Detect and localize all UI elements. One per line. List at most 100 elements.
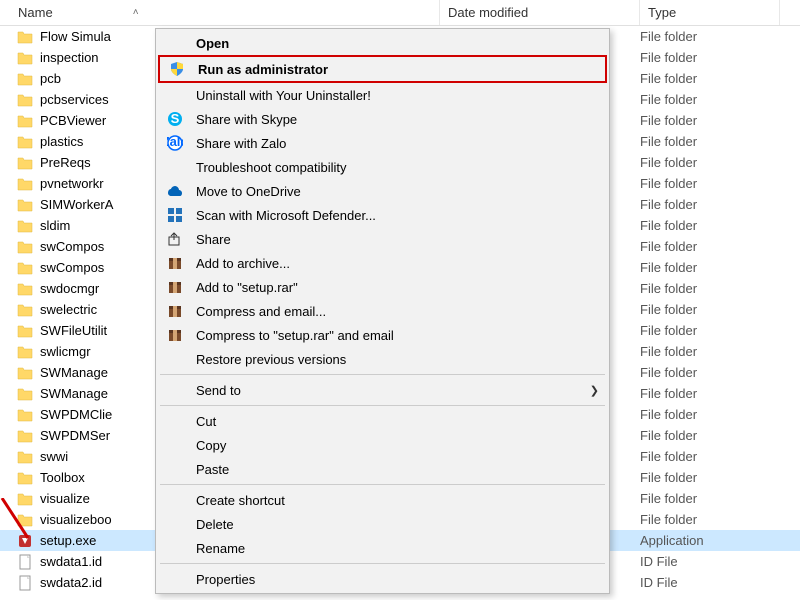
menu-defender[interactable]: Scan with Microsoft Defender... <box>158 203 607 227</box>
folder-icon <box>16 301 34 319</box>
file-type: File folder <box>640 470 697 485</box>
shield-icon <box>166 59 188 79</box>
onedrive-icon <box>164 181 186 201</box>
file-type: File folder <box>640 50 697 65</box>
folder-icon <box>16 28 34 46</box>
folder-icon <box>16 490 34 508</box>
file-type: File folder <box>640 92 697 107</box>
file-type: File folder <box>640 260 697 275</box>
folder-icon <box>16 112 34 130</box>
winrar-icon <box>164 325 186 345</box>
exe-icon <box>16 532 34 550</box>
column-date-header[interactable]: Date modified <box>440 0 640 25</box>
menu-share-skype[interactable]: S Share with Skype <box>158 107 607 131</box>
skype-icon: S <box>164 109 186 129</box>
folder-icon <box>16 406 34 424</box>
menu-compress-email[interactable]: Compress and email... <box>158 299 607 323</box>
folder-icon <box>16 259 34 277</box>
menu-properties[interactable]: Properties <box>158 567 607 591</box>
column-headers: Name ˄ Date modified Type <box>0 0 800 26</box>
file-type: File folder <box>640 239 697 254</box>
chevron-right-icon: ❯ <box>590 384 599 397</box>
menu-share-zalo[interactable]: Zalo Share with Zalo <box>158 131 607 155</box>
folder-icon <box>16 49 34 67</box>
file-type: File folder <box>640 512 697 527</box>
column-type-header[interactable]: Type <box>640 0 780 25</box>
menu-separator <box>160 563 605 564</box>
file-type: File folder <box>640 113 697 128</box>
file-type: File folder <box>640 29 697 44</box>
file-type: File folder <box>640 71 697 86</box>
defender-icon <box>164 205 186 225</box>
folder-icon <box>16 175 34 193</box>
highlight-run-admin: Run as administrator <box>158 55 607 83</box>
folder-icon <box>16 217 34 235</box>
folder-icon <box>16 427 34 445</box>
file-type: File folder <box>640 281 697 296</box>
file-type: Application <box>640 533 704 548</box>
file-type: File folder <box>640 197 697 212</box>
menu-add-archive[interactable]: Add to archive... <box>158 251 607 275</box>
winrar-icon <box>164 277 186 297</box>
menu-rename[interactable]: Rename <box>158 536 607 560</box>
file-type: File folder <box>640 344 697 359</box>
menu-uninstall[interactable]: Uninstall with Your Uninstaller! <box>158 83 607 107</box>
folder-icon <box>16 133 34 151</box>
file-type: File folder <box>640 491 697 506</box>
menu-compress-rar-email[interactable]: Compress to "setup.rar" and email <box>158 323 607 347</box>
share-icon <box>164 229 186 249</box>
svg-text:Zalo: Zalo <box>167 135 183 149</box>
menu-share[interactable]: Share <box>158 227 607 251</box>
menu-add-to-rar[interactable]: Add to "setup.rar" <box>158 275 607 299</box>
winrar-icon <box>164 253 186 273</box>
folder-icon <box>16 343 34 361</box>
folder-icon <box>16 91 34 109</box>
context-menu: Open Run as administrator Uninstall with… <box>155 28 610 594</box>
menu-send-to[interactable]: Send to ❯ <box>158 378 607 402</box>
menu-copy[interactable]: Copy <box>158 433 607 457</box>
folder-icon <box>16 385 34 403</box>
file-type: File folder <box>640 407 697 422</box>
file-type: File folder <box>640 323 697 338</box>
menu-separator <box>160 484 605 485</box>
folder-icon <box>16 196 34 214</box>
winrar-icon <box>164 301 186 321</box>
menu-separator <box>160 374 605 375</box>
folder-icon <box>16 280 34 298</box>
menu-separator <box>160 405 605 406</box>
menu-paste[interactable]: Paste <box>158 457 607 481</box>
file-type: File folder <box>640 365 697 380</box>
menu-run-as-admin[interactable]: Run as administrator <box>160 57 605 81</box>
menu-cut[interactable]: Cut <box>158 409 607 433</box>
menu-troubleshoot[interactable]: Troubleshoot compatibility <box>158 155 607 179</box>
folder-icon <box>16 511 34 529</box>
menu-open[interactable]: Open <box>158 31 607 55</box>
zalo-icon: Zalo <box>164 133 186 153</box>
folder-icon <box>16 469 34 487</box>
svg-text:S: S <box>171 111 180 126</box>
menu-restore-versions[interactable]: Restore previous versions <box>158 347 607 371</box>
menu-onedrive[interactable]: Move to OneDrive <box>158 179 607 203</box>
column-name-header[interactable]: Name ˄ <box>0 0 440 25</box>
file-type: ID File <box>640 575 678 590</box>
file-type: File folder <box>640 302 697 317</box>
file-type: File folder <box>640 218 697 233</box>
folder-icon <box>16 154 34 172</box>
file-type: ID File <box>640 554 678 569</box>
folder-icon <box>16 322 34 340</box>
file-icon <box>16 574 34 592</box>
menu-create-shortcut[interactable]: Create shortcut <box>158 488 607 512</box>
file-type: File folder <box>640 155 697 170</box>
sort-indicator-icon: ˄ <box>133 7 139 18</box>
folder-icon <box>16 238 34 256</box>
file-icon <box>16 553 34 571</box>
file-type: File folder <box>640 134 697 149</box>
file-type: File folder <box>640 449 697 464</box>
file-type: File folder <box>640 428 697 443</box>
folder-icon <box>16 448 34 466</box>
folder-icon <box>16 364 34 382</box>
file-type: File folder <box>640 176 697 191</box>
menu-delete[interactable]: Delete <box>158 512 607 536</box>
file-type: File folder <box>640 386 697 401</box>
folder-icon <box>16 70 34 88</box>
